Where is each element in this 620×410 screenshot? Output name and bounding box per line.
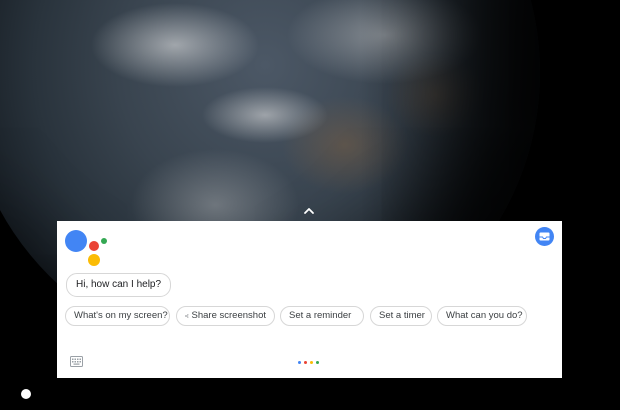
home-dot[interactable] xyxy=(21,389,31,399)
chip-set-a-timer[interactable]: Set a timer xyxy=(370,306,432,326)
assistant-panel: Hi, how can I help? What's on my screen?… xyxy=(57,221,562,378)
keyboard-icon[interactable] xyxy=(70,356,83,367)
google-assistant-logo xyxy=(64,229,107,269)
chip-whats-on-my-screen[interactable]: What's on my screen? xyxy=(65,306,170,326)
inbox-button[interactable] xyxy=(535,227,554,246)
chevron-up-icon[interactable] xyxy=(302,206,316,216)
listening-indicator[interactable] xyxy=(298,361,319,365)
inbox-icon xyxy=(539,232,550,241)
share-icon xyxy=(185,314,189,318)
assistant-greeting: Hi, how can I help? xyxy=(66,273,172,297)
chip-what-can-you-do[interactable]: What can you do? xyxy=(437,306,527,326)
chip-set-a-reminder[interactable]: Set a reminder xyxy=(280,306,364,326)
chip-share-screenshot[interactable]: Share screenshot xyxy=(176,306,275,326)
